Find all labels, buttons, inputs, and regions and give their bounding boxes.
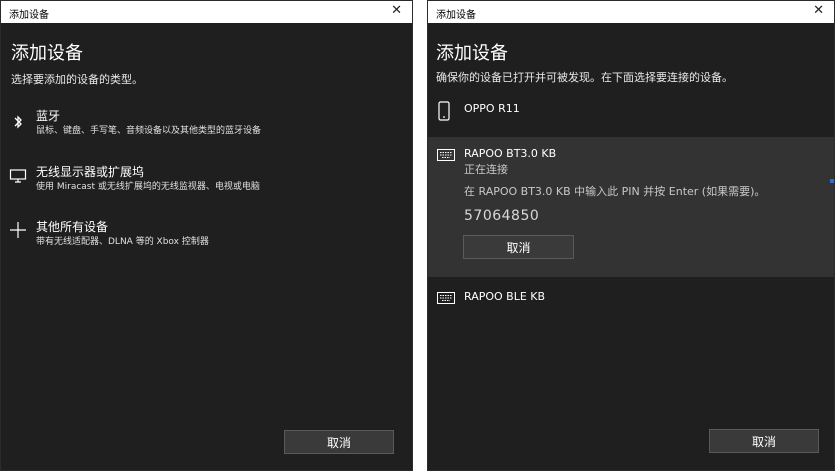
window-title: 添加设备	[9, 10, 49, 21]
cancel-button[interactable]: 取消	[709, 429, 819, 453]
keyboard-icon	[437, 149, 455, 161]
phone-icon	[437, 101, 451, 121]
cancel-button[interactable]: 取消	[284, 430, 394, 454]
close-icon[interactable]: ✕	[813, 3, 824, 18]
option-desc: 使用 Miracast 或无线扩展坞的无线监视器、电视或电脑	[36, 182, 260, 192]
scroll-indicator	[830, 179, 834, 183]
keyboard-icon	[437, 292, 455, 304]
device-oppo-r11[interactable]: OPPO R11	[428, 97, 834, 127]
page-title: 添加设备	[11, 43, 83, 64]
window-title: 添加设备	[436, 10, 476, 21]
add-device-window-right: 添加设备 ✕ 添加设备 确保你的设备已打开并可被发现。在下面选择要连接的设备。 …	[427, 0, 835, 471]
option-other-devices[interactable]: 其他所有设备 带有无线适配器、DLNA 等的 Xbox 控制器	[1, 218, 412, 262]
option-name: 无线显示器或扩展坞	[36, 165, 145, 179]
device-rapoo-bt30-kb[interactable]: RAPOO BT3.0 KB 正在连接 在 RAPOO BT3.0 KB 中输入…	[428, 137, 834, 277]
plus-icon	[9, 221, 27, 239]
cancel-pairing-button[interactable]: 取消	[463, 235, 574, 259]
option-name: 蓝牙	[36, 109, 61, 123]
add-device-window-left: 添加设备 ✕ 添加设备 选择要添加的设备的类型。 蓝牙 鼠标、键盘、手写笔、音频…	[0, 0, 413, 471]
device-name: RAPOO BT3.0 KB	[464, 147, 557, 160]
option-name: 其他所有设备	[36, 220, 109, 234]
title-bar: 添加设备 ✕	[428, 1, 834, 23]
device-name: OPPO R11	[464, 102, 520, 115]
connection-status: 正在连接	[464, 163, 508, 176]
option-wireless-display[interactable]: 无线显示器或扩展坞 使用 Miracast 或无线扩展坞的无线监视器、电视或电脑	[1, 163, 412, 207]
monitor-icon	[9, 167, 27, 185]
title-bar: 添加设备 ✕	[1, 1, 412, 23]
page-subtitle: 确保你的设备已打开并可被发现。在下面选择要连接的设备。	[436, 71, 733, 84]
page-subtitle: 选择要添加的设备的类型。	[11, 73, 143, 86]
option-desc: 带有无线适配器、DLNA 等的 Xbox 控制器	[36, 237, 209, 247]
pin-code: 57064850	[464, 208, 540, 224]
option-desc: 鼠标、键盘、手写笔、音频设备以及其他类型的蓝牙设备	[36, 126, 262, 136]
page-title: 添加设备	[436, 43, 508, 64]
pin-instruction: 在 RAPOO BT3.0 KB 中输入此 PIN 并按 Enter (如果需要…	[464, 185, 766, 198]
device-rapoo-ble-kb[interactable]: RAPOO BLE KB	[428, 284, 834, 310]
close-icon[interactable]: ✕	[391, 3, 402, 18]
option-bluetooth[interactable]: 蓝牙 鼠标、键盘、手写笔、音频设备以及其他类型的蓝牙设备	[1, 107, 412, 151]
bluetooth-icon	[9, 113, 27, 131]
device-name: RAPOO BLE KB	[464, 290, 546, 303]
